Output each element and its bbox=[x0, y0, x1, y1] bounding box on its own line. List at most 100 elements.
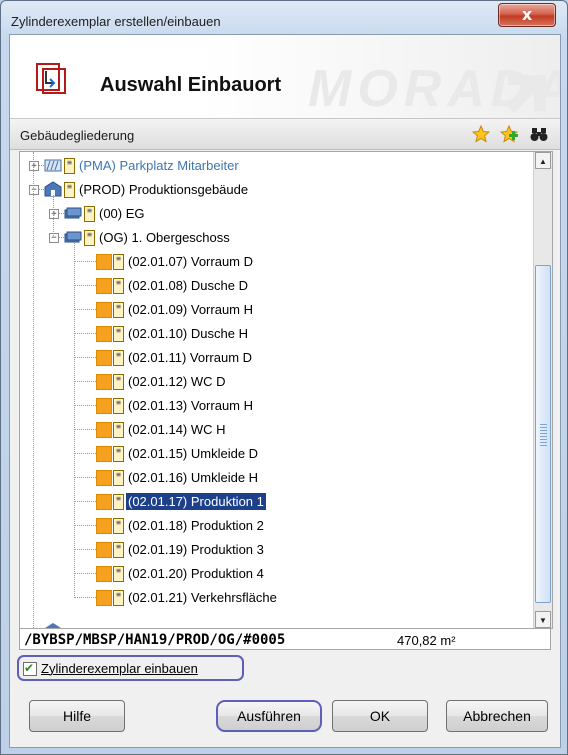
ok-button[interactable]: OK bbox=[332, 700, 428, 732]
binoculars-search-icon[interactable] bbox=[530, 125, 548, 143]
tree-connector bbox=[74, 525, 96, 526]
tree-item-label: (PROD) Produktionsgebäude bbox=[79, 182, 249, 197]
expand-node-icon[interactable]: + bbox=[29, 161, 39, 171]
add-favorite-icon[interactable] bbox=[500, 125, 518, 143]
tree-item[interactable]: ≡ (02.01.20) Produktion 4 bbox=[20, 562, 533, 586]
tree-scrollbar[interactable]: ▲ ▼ bbox=[533, 152, 552, 628]
scroll-up-button[interactable]: ▲ bbox=[535, 152, 551, 169]
document-icon: ≡ bbox=[113, 350, 124, 366]
document-icon: ≡ bbox=[113, 278, 124, 294]
tree-connector bbox=[53, 195, 54, 238]
close-icon: x bbox=[521, 5, 533, 24]
tree-item[interactable]: ≡ (02.01.09) Vorraum H bbox=[20, 298, 533, 322]
room-icon bbox=[96, 398, 112, 414]
scroll-down-button[interactable]: ▼ bbox=[535, 611, 551, 628]
tree-connector bbox=[74, 477, 96, 478]
document-icon: ≡ bbox=[113, 374, 124, 390]
tree-connector bbox=[33, 152, 34, 628]
cancel-button[interactable]: Abbrechen bbox=[446, 700, 548, 732]
tree-connector bbox=[74, 285, 96, 286]
clipped-tree-item bbox=[44, 620, 104, 628]
tree-connector bbox=[74, 261, 96, 262]
document-icon: ≡ bbox=[113, 446, 124, 462]
tree-item[interactable]: ≡ (02.01.17) Produktion 1 bbox=[20, 490, 533, 514]
document-icon: ≡ bbox=[113, 590, 124, 606]
tree-connector bbox=[74, 309, 96, 310]
document-icon: ≡ bbox=[113, 326, 124, 342]
building-tree[interactable]: + ≡ (PMA) Parkplatz Mitarbeiter − ≡ (PROD) Pr… bbox=[19, 151, 553, 629]
tree-item[interactable]: ≡ (02.01.15) Umkleide D bbox=[20, 442, 533, 466]
tree-item[interactable]: ≡ (02.01.11) Vorraum D bbox=[20, 346, 533, 370]
close-button[interactable]: x bbox=[498, 3, 556, 27]
tree-item[interactable]: − ≡ (PROD) Produktionsgebäude bbox=[20, 178, 533, 202]
tree-item[interactable]: ≡ (02.01.16) Umkleide H bbox=[20, 466, 533, 490]
room-icon bbox=[96, 374, 112, 390]
tree-item[interactable]: ≡ (02.01.18) Produktion 2 bbox=[20, 514, 533, 538]
tree-item[interactable]: ≡ (02.01.13) Vorraum H bbox=[20, 394, 533, 418]
room-icon bbox=[96, 302, 112, 318]
tree-item[interactable]: ≡ (02.01.07) Vorraum D bbox=[20, 250, 533, 274]
collapse-node-icon[interactable]: − bbox=[49, 233, 59, 243]
tree-item[interactable]: ≡ (02.01.14) WC H bbox=[20, 418, 533, 442]
document-icon: ≡ bbox=[84, 230, 95, 246]
scroll-thumb[interactable] bbox=[535, 265, 551, 603]
tree-item-label: (02.01.21) Verkehrsfläche bbox=[128, 590, 277, 605]
window-title: Zylinderexemplar erstellen/einbauen bbox=[11, 14, 221, 29]
tree-item[interactable]: ≡ (02.01.08) Dusche D bbox=[20, 274, 533, 298]
floor-icon bbox=[64, 231, 82, 243]
tree-item-label: (02.01.14) WC H bbox=[128, 422, 226, 437]
location-select-icon bbox=[36, 63, 66, 94]
document-icon: ≡ bbox=[84, 206, 95, 222]
tree-connector bbox=[74, 429, 96, 430]
install-cylinder-label: Zylinderexemplar einbauen bbox=[41, 661, 198, 676]
tree-item-label: (02.01.13) Vorraum H bbox=[128, 398, 254, 413]
room-icon bbox=[96, 566, 112, 582]
tree-connector bbox=[74, 501, 96, 502]
tree-connector bbox=[74, 573, 96, 574]
document-icon: ≡ bbox=[64, 182, 75, 198]
dialog-header: Auswahl Einbauort MORADA bbox=[10, 35, 560, 119]
document-icon: ≡ bbox=[113, 470, 124, 486]
install-cylinder-checkbox[interactable]: ✔ bbox=[23, 661, 37, 676]
selected-path: /BYBSP/MBSP/HAN19/PROD/OG/#0005 bbox=[24, 632, 286, 648]
tree-item[interactable]: ≡ (02.01.21) Verkehrsfläche bbox=[20, 586, 533, 610]
tree-item-label: (02.01.18) Produktion 2 bbox=[128, 518, 264, 533]
dialog-client-area: Auswahl Einbauort MORADA Gebäudegliederu… bbox=[9, 34, 561, 748]
tree-item-label: (02.01.07) Vorraum D bbox=[128, 254, 254, 269]
tree-item-label: (02.01.17) Produktion 1 bbox=[126, 493, 266, 510]
document-icon: ≡ bbox=[113, 518, 124, 534]
room-icon bbox=[96, 446, 112, 462]
tree-item[interactable]: + ≡ (PMA) Parkplatz Mitarbeiter bbox=[20, 154, 533, 178]
execute-button[interactable]: Ausführen bbox=[216, 700, 322, 732]
tree-item[interactable]: + ≡ (00) EG bbox=[20, 202, 533, 226]
tree-item[interactable]: ≡ (02.01.12) WC D bbox=[20, 370, 533, 394]
help-button[interactable]: Hilfe bbox=[29, 700, 125, 732]
tree-item-label: (02.01.12) WC D bbox=[128, 374, 226, 389]
tree-item-label: (02.01.10) Dusche H bbox=[128, 326, 248, 341]
tree-item[interactable]: ≡ (02.01.19) Produktion 3 bbox=[20, 538, 533, 562]
room-area: 470,82 m² bbox=[397, 633, 456, 648]
tree-item-label: (02.01.20) Produktion 4 bbox=[128, 566, 264, 581]
favorite-star-icon[interactable] bbox=[472, 125, 490, 143]
room-icon bbox=[96, 494, 112, 510]
section-toolbar: Gebäudegliederung bbox=[10, 119, 560, 150]
tree-item[interactable]: ≡ (02.01.10) Dusche H bbox=[20, 322, 533, 346]
tree-connector bbox=[74, 549, 96, 550]
tree-connector bbox=[74, 405, 96, 406]
collapse-node-icon[interactable]: − bbox=[29, 185, 39, 195]
title-bar: Zylinderexemplar erstellen/einbauen x bbox=[1, 1, 567, 35]
tree-item[interactable]: − ≡ (OG) 1. Obergeschoss bbox=[20, 226, 533, 250]
document-icon: ≡ bbox=[113, 254, 124, 270]
tree-connector bbox=[74, 243, 75, 598]
floor-icon bbox=[64, 207, 82, 219]
tree-connector bbox=[74, 357, 96, 358]
tree-item-label: (OG) 1. Obergeschoss bbox=[99, 230, 230, 245]
room-icon bbox=[96, 422, 112, 438]
document-icon: ≡ bbox=[113, 302, 124, 318]
document-icon: ≡ bbox=[64, 158, 75, 174]
tree-item-label: (00) EG bbox=[99, 206, 145, 221]
dialog-window: Zylinderexemplar erstellen/einbauen x Au… bbox=[0, 0, 568, 755]
install-cylinder-option[interactable]: ✔ Zylinderexemplar einbauen bbox=[17, 655, 244, 681]
expand-node-icon[interactable]: + bbox=[49, 209, 59, 219]
parking-icon bbox=[44, 159, 62, 172]
